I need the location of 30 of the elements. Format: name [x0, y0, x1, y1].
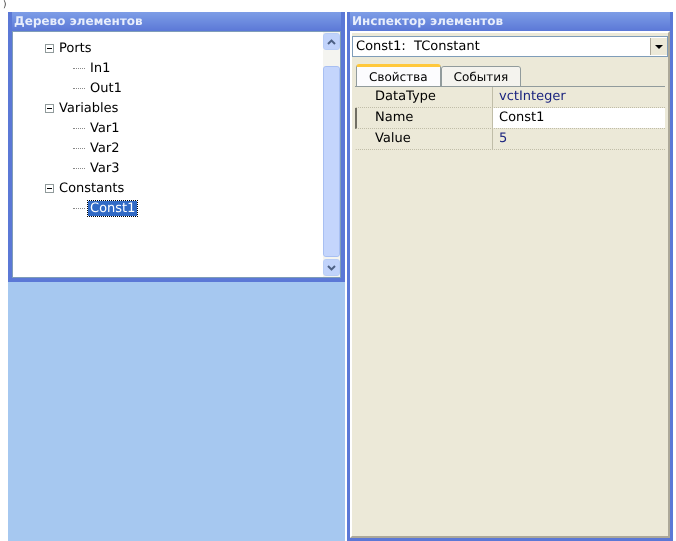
- tree-item[interactable]: Variables: [57, 100, 120, 116]
- tree-item[interactable]: Var3: [88, 160, 122, 176]
- panel-title: Инспектор элементов: [350, 12, 670, 31]
- tab[interactable]: Свойства: [356, 64, 441, 86]
- property-name: DataType: [357, 87, 493, 107]
- collapse-toggle[interactable]: [45, 44, 54, 52]
- tree-item[interactable]: Ports: [57, 40, 94, 56]
- property-value[interactable]: 5: [493, 129, 665, 149]
- collapse-toggle[interactable]: [45, 184, 54, 192]
- panel-title: Дерево элементов: [12, 12, 341, 31]
- scroll-down-button[interactable]: [323, 259, 340, 276]
- tab[interactable]: События: [440, 66, 522, 86]
- dropdown-arrow-icon: [655, 44, 663, 48]
- scroll-up-button[interactable]: [323, 33, 340, 50]
- tree-item[interactable]: Var2: [88, 140, 122, 156]
- object-dropdown[interactable]: Const1: TConstant: [352, 36, 668, 57]
- corner-mark: ): [3, 0, 7, 11]
- property-value[interactable]: vctInteger: [493, 87, 665, 107]
- tree-item[interactable]: Const1: [88, 200, 138, 216]
- property-name: Value: [357, 129, 493, 149]
- collapse-toggle[interactable]: [45, 104, 54, 112]
- chevron-up-icon: [327, 38, 336, 44]
- scroll-thumb[interactable]: [323, 66, 340, 257]
- chevron-down-icon: [327, 264, 336, 270]
- tree-item[interactable]: Out1: [88, 80, 124, 96]
- tree-item[interactable]: Var1: [88, 120, 122, 136]
- tree-item[interactable]: Constants: [57, 180, 126, 196]
- scrollbar[interactable]: [323, 32, 340, 277]
- property-value[interactable]: Const1: [493, 108, 665, 128]
- tree-item[interactable]: In1: [88, 60, 112, 76]
